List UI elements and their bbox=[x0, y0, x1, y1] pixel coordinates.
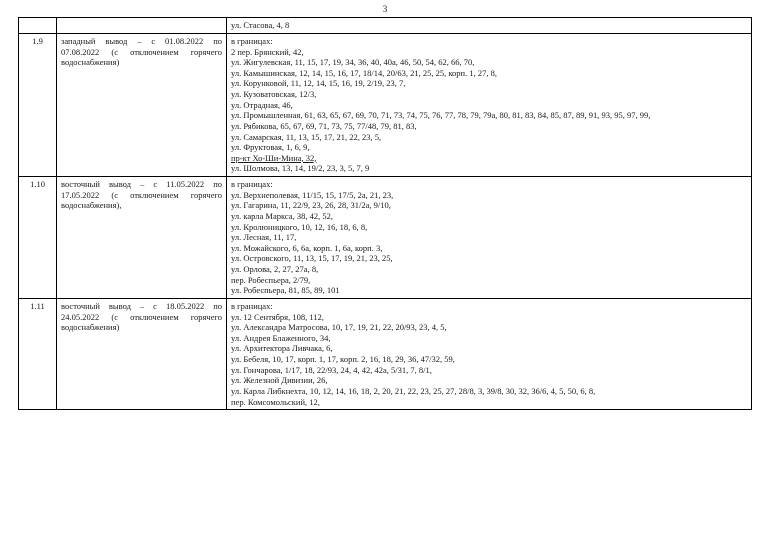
table-row: ул. Стасова, 4, 8 bbox=[19, 18, 752, 34]
row-addresses: в границах:ул. Верхнеполевая, 11/15, 15,… bbox=[227, 177, 752, 299]
row-number bbox=[19, 18, 57, 34]
address-line: ул. Шолмова, 13, 14, 19/2, 23, 3, 5, 7, … bbox=[231, 163, 747, 174]
row-number: 1.11 bbox=[19, 298, 57, 409]
address-line: ул. Рябикова, 65, 67, 69, 71, 73, 75, 77… bbox=[231, 121, 747, 132]
address-line: ул. Бебеля, 10, 17, корп. 1, 17, корп. 2… bbox=[231, 354, 747, 365]
address-line: ул. Железной Дивизии, 26, bbox=[231, 375, 747, 386]
address-line: 2 пер. Брянский, 42, bbox=[231, 47, 747, 58]
row-description: западный вывод – с 01.08.2022 по 07.08.2… bbox=[57, 33, 227, 176]
address-line: ул. Отрадная, 46, bbox=[231, 100, 747, 111]
row-description: восточный вывод – с 11.05.2022 по 17.05.… bbox=[57, 177, 227, 299]
address-line: пр-кт Хо-Ши-Мина, 32, bbox=[231, 153, 747, 164]
address-line: в границах: bbox=[231, 179, 747, 190]
address-line: пер. Робеспьера, 2/79, bbox=[231, 275, 747, 286]
row-addresses: в границах:ул. 12 Сентября, 108, 112,ул.… bbox=[227, 298, 752, 409]
address-line: ул. Самарская, 11, 13, 15, 17, 21, 22, 2… bbox=[231, 132, 747, 143]
table-row: 1.10восточный вывод – с 11.05.2022 по 17… bbox=[19, 177, 752, 299]
address-line: ул. 12 Сентября, 108, 112, bbox=[231, 312, 747, 323]
row-number: 1.10 bbox=[19, 177, 57, 299]
address-line: ул. Андрея Блаженного, 34, bbox=[231, 333, 747, 344]
address-line: пер. Комсомольский, 12, bbox=[231, 397, 747, 408]
address-line: ул. Островского, 11, 13, 15, 17, 19, 21,… bbox=[231, 253, 747, 264]
address-line: ул. Камышинская, 12, 14, 15, 16, 17, 18/… bbox=[231, 68, 747, 79]
address-line: ул. Гагарина, 11, 22/9, 23, 26, 28, 31/2… bbox=[231, 200, 747, 211]
schedule-table: ул. Стасова, 4, 8 1.9западный вывод – с 0… bbox=[18, 17, 752, 410]
row-description: восточный вывод – с 18.05.2022 по 24.05.… bbox=[57, 298, 227, 409]
address-line: ул. Промышленная, 61, 63, 65, 67, 69, 70… bbox=[231, 110, 747, 121]
address-line: в границах: bbox=[231, 301, 747, 312]
address-line: ул. Карла Либкнехта, 10, 12, 14, 16, 18,… bbox=[231, 386, 747, 397]
address-line: ул. Стасова, 4, 8 bbox=[231, 20, 747, 31]
address-line: ул. Можайского, 6, 6а, корп. 1, 6а, корп… bbox=[231, 243, 747, 254]
page-number: 3 bbox=[18, 4, 752, 15]
row-number: 1.9 bbox=[19, 33, 57, 176]
address-line: ул. Верхнеполевая, 11/15, 15, 17/5, 2а, … bbox=[231, 190, 747, 201]
table-row: 1.9западный вывод – с 01.08.2022 по 07.0… bbox=[19, 33, 752, 176]
row-addresses: ул. Стасова, 4, 8 bbox=[227, 18, 752, 34]
address-line: ул. Жигулевская, 11, 15, 17, 19, 34, 36,… bbox=[231, 57, 747, 68]
address-line: ул. Александра Матросова, 10, 17, 19, 21… bbox=[231, 322, 747, 333]
address-line: ул. Фруктовая, 1, 6, 9, bbox=[231, 142, 747, 153]
address-line: в границах: bbox=[231, 36, 747, 47]
address-line: ул. Архитектора Ливчака, 6, bbox=[231, 343, 747, 354]
table-row: 1.11восточный вывод – с 18.05.2022 по 24… bbox=[19, 298, 752, 409]
address-line: ул. карла Маркса, 38, 42, 52, bbox=[231, 211, 747, 222]
row-addresses: в границах:2 пер. Брянский, 42,ул. Жигул… bbox=[227, 33, 752, 176]
address-line: ул. Орлова, 2, 27, 27а, 8, bbox=[231, 264, 747, 275]
address-line: ул. Гончарова, 1/17, 18, 22/93, 24, 4, 4… bbox=[231, 365, 747, 376]
address-line: ул. Робеспьера, 81, 85, 89, 101 bbox=[231, 285, 747, 296]
address-line: ул. Корунковой, 11, 12, 14, 15, 16, 19, … bbox=[231, 78, 747, 89]
address-line: ул. Лесная, 11, 17, bbox=[231, 232, 747, 243]
address-line: ул. Кузоватовская, 12/3, bbox=[231, 89, 747, 100]
address-line: ул. Кролюницкого, 10, 12, 16, 18, 6, 8, bbox=[231, 222, 747, 233]
row-description bbox=[57, 18, 227, 34]
